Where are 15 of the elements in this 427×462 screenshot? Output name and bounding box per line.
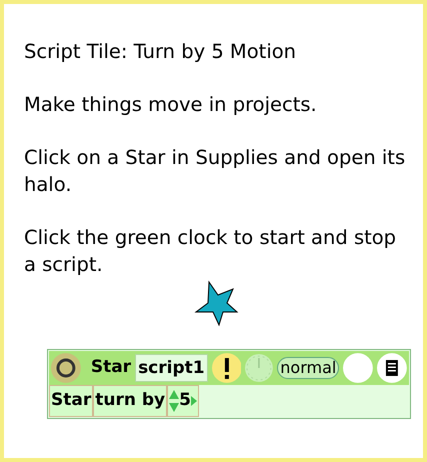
paragraph: Make things move in projects. <box>24 92 318 118</box>
status-button[interactable]: normal <box>277 357 340 379</box>
menu-icon[interactable] <box>377 353 407 383</box>
command-tile[interactable]: turn by <box>93 385 168 417</box>
up-down-arrows-icon[interactable] <box>169 390 180 412</box>
script-name-field[interactable]: script1 <box>135 354 208 382</box>
ring-icon[interactable] <box>51 353 81 383</box>
object-tile[interactable]: Star <box>49 385 94 417</box>
paragraph: Script Tile: Turn by 5 Motion <box>24 39 298 65</box>
paragraph: Click on a Star in Supplies and open its halo. <box>24 145 406 198</box>
star-shape <box>194 279 239 327</box>
right-arrow-icon[interactable] <box>190 396 197 406</box>
exclamation-icon[interactable] <box>212 353 242 383</box>
paragraph: Click the green clock to start and stop a script. <box>24 225 398 278</box>
player-name: Star <box>90 356 132 380</box>
